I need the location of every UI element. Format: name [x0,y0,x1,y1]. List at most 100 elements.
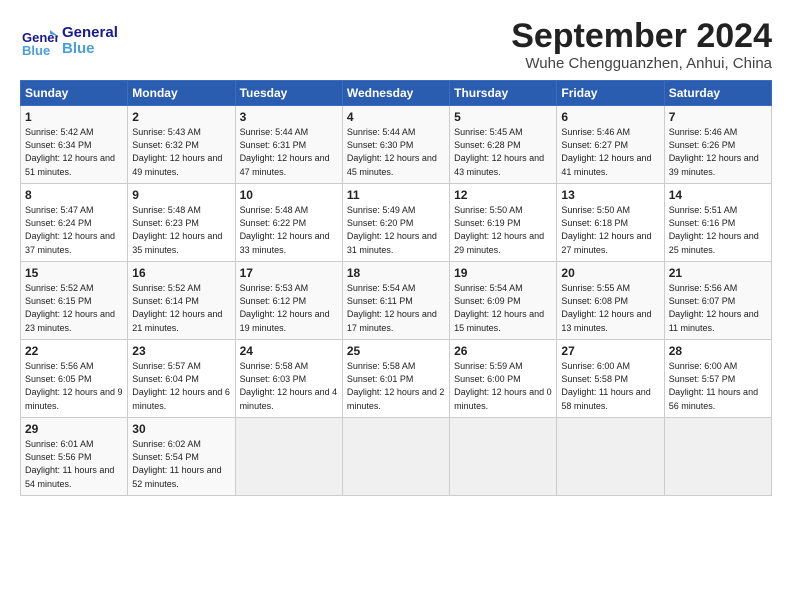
day-number: 29 [25,422,123,436]
day-info: Sunrise: 5:57 AMSunset: 6:04 PMDaylight:… [132,360,230,412]
calendar-cell: 9Sunrise: 5:48 AMSunset: 6:23 PMDaylight… [128,184,235,262]
day-number: 13 [561,188,659,202]
day-info: Sunrise: 5:52 AMSunset: 6:14 PMDaylight:… [132,282,230,334]
calendar-cell [342,418,449,496]
calendar-cell: 26Sunrise: 5:59 AMSunset: 6:00 PMDayligh… [450,340,557,418]
weekday-header-wednesday: Wednesday [342,81,449,106]
day-info: Sunrise: 6:00 AMSunset: 5:57 PMDaylight:… [669,360,767,412]
weekday-header-row: SundayMondayTuesdayWednesdayThursdayFrid… [21,81,772,106]
calendar-title: September 2024 [511,18,772,55]
day-number: 27 [561,344,659,358]
day-number: 22 [25,344,123,358]
calendar-cell: 20 Sunrise: 5:55 AMSunset: 6:08 PMDayligh… [557,262,664,340]
calendar-cell: 22 Sunrise: 5:56 AMSunset: 6:05 PMDayligh… [21,340,128,418]
calendar-cell: 3 Sunrise: 5:44 AMSunset: 6:31 PMDaylight… [235,106,342,184]
day-info: Sunrise: 6:01 AMSunset: 5:56 PMDaylight:… [25,438,123,490]
calendar-cell: 27 Sunrise: 6:00 AMSunset: 5:58 PMDayligh… [557,340,664,418]
day-info: Sunrise: 5:55 AMSunset: 6:08 PMDaylight:… [561,282,659,334]
day-info: Sunrise: 5:56 AMSunset: 6:05 PMDaylight:… [25,360,123,412]
calendar-cell: 23 Sunrise: 5:57 AMSunset: 6:04 PMDayligh… [128,340,235,418]
day-number: 25 [347,344,445,358]
day-info: Sunrise: 5:45 AMSunset: 6:28 PMDaylight:… [454,126,552,178]
calendar-cell: 7 Sunrise: 5:46 AMSunset: 6:26 PMDaylight… [664,106,771,184]
day-info: Sunrise: 5:49 AMSunset: 6:20 PMDaylight:… [347,204,445,256]
calendar-table: SundayMondayTuesdayWednesdayThursdayFrid… [20,80,772,496]
day-number: 10 [240,188,338,202]
day-info: Sunrise: 5:52 AMSunset: 6:15 PMDaylight:… [25,282,123,334]
calendar-cell: 28Sunrise: 6:00 AMSunset: 5:57 PMDayligh… [664,340,771,418]
weekday-header-saturday: Saturday [664,81,771,106]
svg-text:Blue: Blue [22,43,50,58]
logo-icon: General Blue [20,22,58,60]
week-row-4: 22 Sunrise: 5:56 AMSunset: 6:05 PMDayligh… [21,340,772,418]
day-info: Sunrise: 5:58 AMSunset: 6:01 PMDaylight:… [347,360,445,412]
day-info: Sunrise: 6:02 AMSunset: 5:54 PMDaylight:… [132,438,230,490]
day-number: 7 [669,110,767,124]
calendar-cell: 29 Sunrise: 6:01 AMSunset: 5:56 PMDayligh… [21,418,128,496]
day-number: 20 [561,266,659,280]
calendar-cell: 25 Sunrise: 5:58 AMSunset: 6:01 PMDayligh… [342,340,449,418]
day-info: Sunrise: 5:53 AMSunset: 6:12 PMDaylight:… [240,282,338,334]
day-number: 3 [240,110,338,124]
logo-general: General [62,25,118,42]
day-info: Sunrise: 5:46 AMSunset: 6:27 PMDaylight:… [561,126,659,178]
day-info: Sunrise: 5:42 AMSunset: 6:34 PMDaylight:… [25,126,123,178]
calendar-cell: 16Sunrise: 5:52 AMSunset: 6:14 PMDayligh… [128,262,235,340]
calendar-cell: 21 Sunrise: 5:56 AMSunset: 6:07 PMDayligh… [664,262,771,340]
calendar-cell: 18 Sunrise: 5:54 AMSunset: 6:11 PMDayligh… [342,262,449,340]
week-row-2: 8 Sunrise: 5:47 AMSunset: 6:24 PMDaylight… [21,184,772,262]
day-info: Sunrise: 5:59 AMSunset: 6:00 PMDaylight:… [454,360,552,412]
day-info: Sunrise: 5:54 AMSunset: 6:09 PMDaylight:… [454,282,552,334]
day-number: 11 [347,188,445,202]
calendar-cell: 4 Sunrise: 5:44 AMSunset: 6:30 PMDaylight… [342,106,449,184]
header: General Blue General Blue September 2024… [20,18,772,72]
calendar-cell: 15Sunrise: 5:52 AMSunset: 6:15 PMDayligh… [21,262,128,340]
week-row-5: 29 Sunrise: 6:01 AMSunset: 5:56 PMDayligh… [21,418,772,496]
title-block: September 2024 Wuhe Chengguanzhen, Anhui… [511,18,772,72]
day-number: 14 [669,188,767,202]
calendar-cell: 24 Sunrise: 5:58 AMSunset: 6:03 PMDayligh… [235,340,342,418]
day-number: 2 [132,110,230,124]
calendar-cell: 10Sunrise: 5:48 AMSunset: 6:22 PMDayligh… [235,184,342,262]
day-number: 21 [669,266,767,280]
calendar-cell [664,418,771,496]
day-info: Sunrise: 5:43 AMSunset: 6:32 PMDaylight:… [132,126,230,178]
weekday-header-friday: Friday [557,81,664,106]
logo: General Blue General Blue [20,22,118,60]
day-number: 5 [454,110,552,124]
calendar-subtitle: Wuhe Chengguanzhen, Anhui, China [511,55,772,72]
day-number: 18 [347,266,445,280]
calendar-cell: 8 Sunrise: 5:47 AMSunset: 6:24 PMDaylight… [21,184,128,262]
day-number: 8 [25,188,123,202]
weekday-header-monday: Monday [128,81,235,106]
week-row-1: 1 Sunrise: 5:42 AMSunset: 6:34 PMDaylight… [21,106,772,184]
day-number: 4 [347,110,445,124]
day-info: Sunrise: 5:56 AMSunset: 6:07 PMDaylight:… [669,282,767,334]
day-info: Sunrise: 5:44 AMSunset: 6:31 PMDaylight:… [240,126,338,178]
calendar-cell: 17 Sunrise: 5:53 AMSunset: 6:12 PMDayligh… [235,262,342,340]
week-row-3: 15Sunrise: 5:52 AMSunset: 6:15 PMDayligh… [21,262,772,340]
day-number: 30 [132,422,230,436]
weekday-header-thursday: Thursday [450,81,557,106]
day-number: 17 [240,266,338,280]
calendar-cell: 5 Sunrise: 5:45 AMSunset: 6:28 PMDaylight… [450,106,557,184]
calendar-cell: 1 Sunrise: 5:42 AMSunset: 6:34 PMDaylight… [21,106,128,184]
day-info: Sunrise: 5:54 AMSunset: 6:11 PMDaylight:… [347,282,445,334]
day-number: 1 [25,110,123,124]
day-info: Sunrise: 5:44 AMSunset: 6:30 PMDaylight:… [347,126,445,178]
day-info: Sunrise: 5:58 AMSunset: 6:03 PMDaylight:… [240,360,338,412]
day-number: 6 [561,110,659,124]
day-number: 24 [240,344,338,358]
calendar-cell: 11 Sunrise: 5:49 AMSunset: 6:20 PMDayligh… [342,184,449,262]
calendar-cell: 6 Sunrise: 5:46 AMSunset: 6:27 PMDaylight… [557,106,664,184]
day-info: Sunrise: 5:46 AMSunset: 6:26 PMDaylight:… [669,126,767,178]
calendar-cell: 14Sunrise: 5:51 AMSunset: 6:16 PMDayligh… [664,184,771,262]
calendar-cell: 19 Sunrise: 5:54 AMSunset: 6:09 PMDayligh… [450,262,557,340]
weekday-header-sunday: Sunday [21,81,128,106]
page: General Blue General Blue September 2024… [0,0,792,612]
day-number: 19 [454,266,552,280]
calendar-cell: 2 Sunrise: 5:43 AMSunset: 6:32 PMDaylight… [128,106,235,184]
day-info: Sunrise: 6:00 AMSunset: 5:58 PMDaylight:… [561,360,659,412]
day-info: Sunrise: 5:47 AMSunset: 6:24 PMDaylight:… [25,204,123,256]
day-number: 23 [132,344,230,358]
